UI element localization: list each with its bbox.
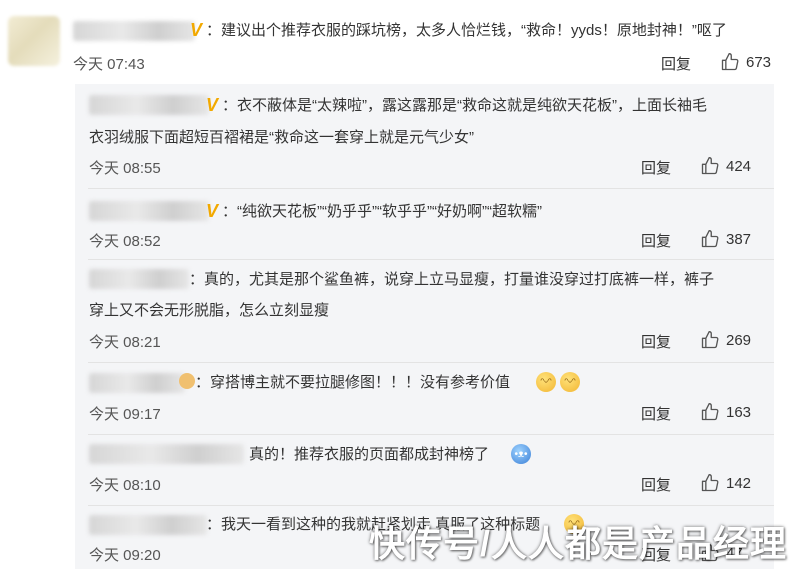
like-count: 673 — [746, 53, 772, 71]
replies-list: V ：衣不蔽体是“太辣啦”，露这露那是“救命这就是纯欲天花板”，上面长袖毛 衣羽… — [75, 84, 774, 569]
watermark: 快传号/人人都是产品经理 — [368, 523, 787, 564]
reply-text: 真的！推荐衣服的页面都成封神榜了 — [249, 446, 490, 463]
reply-time: 今天 09:17 — [89, 406, 161, 423]
reply-text: ：“纯欲天花板”“奶乎乎”“软乎乎”“好奶啊”“超软糯” — [222, 203, 542, 220]
doraemon-emoji-icon: •ᴥ• — [511, 444, 531, 464]
reply-text: ：衣不蔽体是“太辣啦”，露这露那是“救命这就是纯欲天花板”，上面长袖毛 — [222, 97, 707, 114]
reply-time: 今天 08:21 — [89, 334, 161, 351]
reply-button[interactable]: 回复 — [641, 157, 671, 178]
comment-text: ：建议出个推荐衣服的踩坑榜，太多人恰烂钱，“救命！yyds！原地封神！”呕了 — [206, 22, 727, 39]
reply-button[interactable]: 回复 — [641, 230, 671, 251]
like-count: 163 — [726, 403, 752, 421]
thumbs-up-icon — [701, 157, 719, 175]
list-item: V ：“纯欲天花板”“奶乎乎”“软乎乎”“好奶啊”“超软糯” 今天 08:52 … — [75, 189, 774, 260]
reply-text: ：穿搭博主就不要拉腿修图！！！没有参考价值 — [195, 374, 511, 391]
username-blurred[interactable] — [89, 95, 209, 115]
like-button[interactable]: 424 — [700, 156, 751, 176]
username-blurred[interactable] — [89, 373, 185, 393]
grin-emoji-icon: ᵔᵕᵔ — [536, 372, 556, 392]
reply-time: 今天 08:10 — [89, 477, 161, 494]
top-comment: V ：建议出个推荐衣服的踩坑榜，太多人恰烂钱，“救命！yyds！原地封神！”呕了… — [0, 0, 795, 82]
reply-button[interactable]: 回复 — [641, 331, 671, 352]
reply-button[interactable]: 回复 — [661, 53, 691, 74]
reply-time: 今天 09:20 — [89, 547, 161, 564]
grin-emoji-icon: ᵔᵕᵔ — [560, 372, 580, 392]
reply-time: 今天 08:55 — [89, 160, 161, 177]
like-count: 269 — [726, 331, 752, 349]
like-count: 142 — [726, 474, 752, 492]
thumbs-up-icon — [701, 474, 719, 492]
avatar[interactable] — [8, 16, 60, 66]
list-item: ：真的，尤其是那个鲨鱼裤，说穿上立马显瘦，打量谁没穿过打底裤一样，裤子 穿上又不… — [75, 260, 774, 363]
reply-button[interactable]: 回复 — [641, 474, 671, 495]
like-count: 387 — [726, 230, 752, 248]
like-button[interactable]: 163 — [700, 402, 751, 422]
list-item: ：穿搭博主就不要拉腿修图！！！没有参考价值 ᵔᵕᵔ ᵔᵕᵔ 今天 09:17 回… — [75, 363, 774, 435]
like-button[interactable]: 673 — [720, 52, 771, 72]
vip-badge-icon: V — [206, 95, 219, 115]
thumbs-up-icon — [701, 230, 719, 248]
list-item: 真的！推荐衣服的页面都成封神榜了 •ᴥ• 今天 08:10 回复 142 — [75, 435, 774, 506]
badge-icon — [179, 373, 195, 389]
vip-badge-icon: V — [206, 201, 219, 221]
reply-text: 衣羽绒服下面超短百褶裙是“救命这一套穿上就是元气少女” — [89, 129, 474, 146]
like-button[interactable]: 269 — [700, 330, 751, 350]
username-blurred[interactable] — [89, 515, 207, 535]
reply-text: ：真的，尤其是那个鲨鱼裤，说穿上立马显瘦，打量谁没穿过打底裤一样，裤子 — [189, 271, 715, 288]
reply-button[interactable]: 回复 — [641, 403, 671, 424]
like-button[interactable]: 142 — [700, 473, 751, 493]
reply-text: 穿上又不会无形脱脂，怎么立刻显瘦 — [89, 302, 330, 319]
thumbs-up-icon — [701, 403, 719, 421]
username-blurred[interactable] — [73, 21, 195, 41]
thumbs-up-icon — [701, 331, 719, 349]
vip-badge-icon: V — [190, 20, 203, 40]
thumbs-up-icon — [721, 53, 739, 71]
reply-time: 今天 08:52 — [89, 233, 161, 250]
like-button[interactable]: 387 — [700, 229, 751, 249]
username-blurred[interactable] — [89, 269, 189, 289]
like-count: 424 — [726, 157, 752, 175]
username-blurred[interactable] — [89, 201, 209, 221]
comment-time: 今天 07:43 — [73, 56, 145, 73]
username-blurred[interactable] — [89, 444, 244, 464]
list-item: V ：衣不蔽体是“太辣啦”，露这露那是“救命这就是纯欲天花板”，上面长袖毛 衣羽… — [75, 84, 774, 189]
